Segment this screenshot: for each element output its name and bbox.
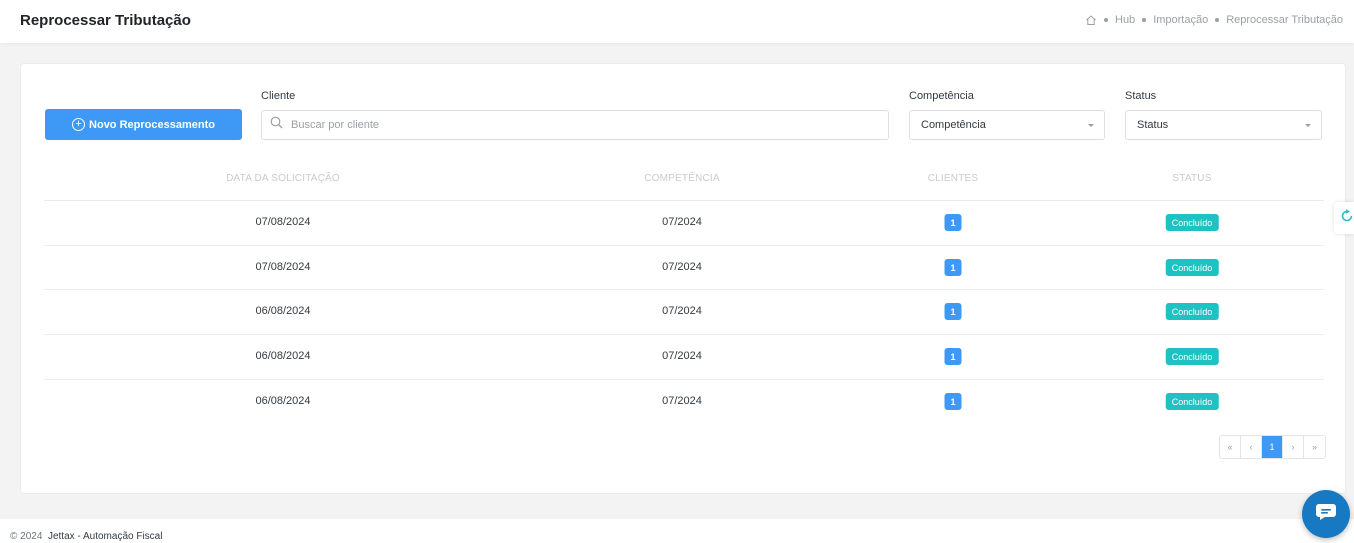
cell-competencia: 07/2024 <box>662 261 702 273</box>
pagination-prev-button[interactable]: ‹ <box>1241 436 1262 458</box>
pagination-next-button[interactable]: › <box>1283 436 1304 458</box>
column-header-data-solicitacao: Data da Solicitação <box>226 173 340 184</box>
cell-data-solicitacao: 06/08/2024 <box>255 350 311 362</box>
column-header-clientes: Clientes <box>927 173 979 184</box>
table-row: 06/08/2024 07/2024 1 Concluído <box>44 379 1324 424</box>
status-select-value: Status <box>1137 119 1169 131</box>
status-badge: Concluído <box>1165 348 1219 365</box>
column-header-competencia: Competência <box>644 173 720 184</box>
chevron-down-icon <box>1088 124 1094 127</box>
table-row: 06/08/2024 07/2024 1 Concluído <box>44 289 1324 334</box>
search-icon <box>270 116 283 134</box>
plus-circle-icon: + <box>72 118 86 131</box>
footer-text: © 2024 Jettax - Automação Fiscal <box>10 531 162 542</box>
chat-button[interactable] <box>1302 490 1350 538</box>
clientes-count-badge[interactable]: 1 <box>944 348 962 365</box>
table-row: 07/08/2024 07/2024 1 Concluído <box>44 245 1324 290</box>
status-filter-label: Status <box>1125 90 1157 102</box>
column-header-status: Status <box>1172 173 1212 184</box>
client-search-box <box>261 110 889 140</box>
breadcrumb-item-hub[interactable]: Hub <box>1115 14 1135 26</box>
clientes-count-badge[interactable]: 1 <box>944 393 962 410</box>
status-select[interactable]: Status <box>1125 110 1322 140</box>
competencia-select[interactable]: Competência <box>909 110 1105 140</box>
breadcrumb-separator <box>1104 18 1108 22</box>
cell-competencia: 07/2024 <box>662 395 702 407</box>
chat-icon <box>1315 503 1337 526</box>
status-badge: Concluído <box>1165 259 1219 276</box>
table-row: 06/08/2024 07/2024 1 Concluído <box>44 334 1324 379</box>
new-reprocess-label: Novo Reprocessamento <box>89 118 215 131</box>
breadcrumb-item-current: Reprocessar Tributação <box>1226 14 1343 26</box>
breadcrumb-separator <box>1215 18 1220 22</box>
pagination-last-button[interactable]: » <box>1304 436 1325 458</box>
cell-data-solicitacao: 06/08/2024 <box>255 305 311 317</box>
refresh-icon <box>1340 208 1354 228</box>
cell-competencia: 07/2024 <box>662 305 702 317</box>
cell-data-solicitacao: 06/08/2024 <box>255 395 311 407</box>
table-row: 07/08/2024 07/2024 1 Concluído <box>44 200 1324 245</box>
top-bar: Reprocessar Tributação Hub Importação Re… <box>0 0 1354 43</box>
clientes-count-badge[interactable]: 1 <box>944 259 962 276</box>
status-badge: Concluído <box>1165 214 1219 231</box>
breadcrumb-separator <box>1142 18 1147 22</box>
new-reprocess-button[interactable]: + Novo Reprocessamento <box>45 109 242 140</box>
chevron-down-icon <box>1305 124 1311 127</box>
cell-competencia: 07/2024 <box>662 216 702 228</box>
status-badge: Concluído <box>1165 303 1219 320</box>
cell-data-solicitacao: 07/08/2024 <box>255 216 311 228</box>
client-filter-label: Cliente <box>261 90 296 102</box>
footer-copyright: © 2024 <box>10 531 43 542</box>
breadcrumb: Hub Importação Reprocessar Tributação <box>1085 14 1343 26</box>
page-title: Reprocessar Tributação <box>20 12 191 29</box>
home-icon[interactable] <box>1085 14 1097 26</box>
footer-brand: Jettax - Automação Fiscal <box>47 531 163 542</box>
pagination: « ‹ 1 › » <box>1219 435 1326 459</box>
settings-side-tab[interactable] <box>1334 202 1354 234</box>
competencia-select-value: Competência <box>921 119 986 131</box>
footer: © 2024 Jettax - Automação Fiscal <box>0 519 1354 543</box>
cell-data-solicitacao: 07/08/2024 <box>255 261 311 273</box>
clientes-count-badge[interactable]: 1 <box>944 303 962 320</box>
breadcrumb-item-importacao[interactable]: Importação <box>1153 14 1208 26</box>
pagination-first-button[interactable]: « <box>1220 436 1241 458</box>
status-badge: Concluído <box>1165 393 1219 410</box>
cell-competencia: 07/2024 <box>662 350 702 362</box>
pagination-page-button[interactable]: 1 <box>1262 436 1283 458</box>
clientes-count-badge[interactable]: 1 <box>944 214 962 231</box>
competencia-filter-label: Competência <box>909 90 974 102</box>
client-search-input[interactable] <box>291 119 851 131</box>
main-card: + Novo Reprocessamento Cliente Competênc… <box>20 63 1346 494</box>
